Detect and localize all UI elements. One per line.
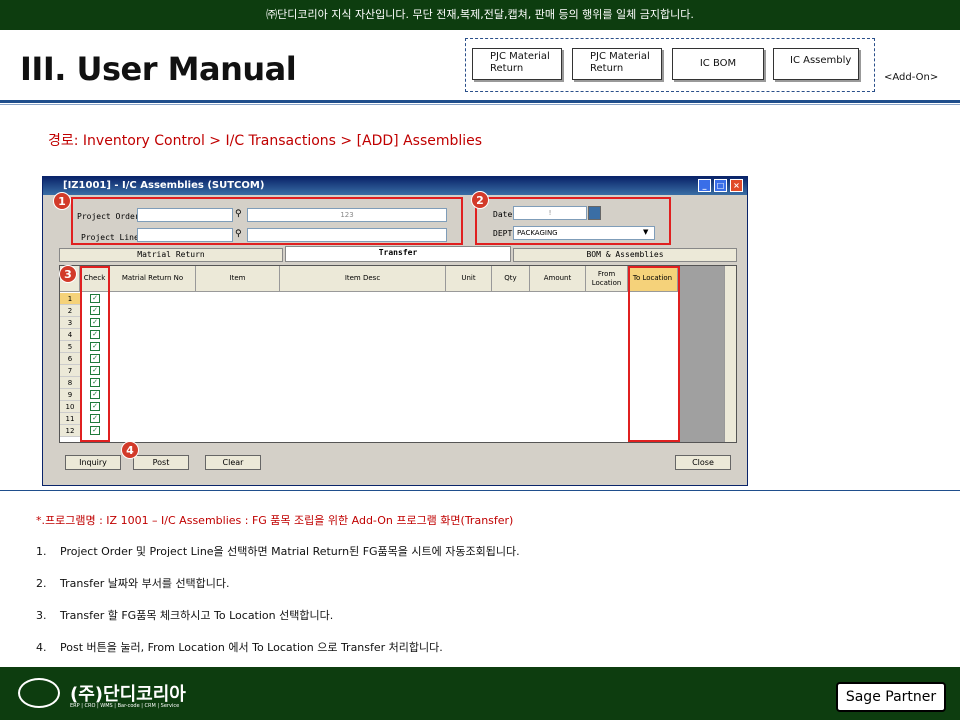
row-number: 3 (60, 317, 80, 329)
maximize-icon[interactable]: □ (714, 179, 727, 192)
grid-scrollbar[interactable] (724, 266, 736, 442)
post-button[interactable]: Post (133, 455, 189, 470)
instruction-step-1: 1. Project Order 및 Project Line을 선택하면 Mat… (36, 543, 520, 559)
row-number: 11 (60, 413, 80, 425)
instruction-step-2: 2. Transfer 날짜와 부서를 선택합니다. (36, 575, 230, 591)
step-text: Transfer 날짜와 부서를 선택합니다. (60, 577, 230, 590)
step-number: 4. (36, 641, 47, 654)
instruction-step-4: 4. Post 버튼을 눌러, From Location 에서 To Locat… (36, 639, 443, 655)
module-pjc-material-return-1[interactable]: PJC Material Return (472, 48, 562, 80)
row-number: 1 (60, 293, 80, 305)
step-number: 1. (36, 545, 47, 558)
highlight-box-1 (71, 197, 463, 245)
row-number: 9 (60, 389, 80, 401)
title-rule-thin (0, 104, 960, 105)
company-logo-icon (18, 678, 60, 708)
col-header-amount[interactable]: Amount (530, 266, 586, 292)
inquiry-button[interactable]: Inquiry (65, 455, 121, 470)
step-number: 3. (36, 609, 47, 622)
app-window: [IZ1001] - I/C Assemblies (SUTCOM) _ □ ×… (42, 176, 748, 486)
grid-empty-area (678, 266, 724, 442)
row-number: 10 (60, 401, 80, 413)
row-number: 7 (60, 365, 80, 377)
title-rule (0, 100, 960, 103)
col-header-qty[interactable]: Qty (492, 266, 530, 292)
col-header-item-desc[interactable]: Item Desc (280, 266, 446, 292)
row-number: 5 (60, 341, 80, 353)
close-button[interactable]: Close (675, 455, 731, 470)
highlight-box-2 (475, 197, 671, 245)
clear-button[interactable]: Clear (205, 455, 261, 470)
step-text: Transfer 할 FG품목 체크하시고 To Location 선택합니다. (60, 609, 334, 622)
module-ic-assembly[interactable]: IC Assembly (773, 48, 859, 80)
tab-matrial-return[interactable]: Matrial Return (59, 248, 283, 262)
col-header-matrial-return-no[interactable]: Matrial Return No (110, 266, 196, 292)
close-icon[interactable]: × (730, 179, 743, 192)
company-tagline: ERP | CRO | WMS | Bar-code | CRM | Servi… (70, 703, 180, 709)
data-grid: Check Matrial Return No Item Item Desc U… (59, 265, 737, 443)
page-title: III. User Manual (20, 50, 297, 88)
minimize-icon[interactable]: _ (698, 179, 711, 192)
highlight-box-3-check (80, 266, 110, 442)
tab-transfer[interactable]: Transfer (285, 246, 511, 262)
step-text: Project Order 및 Project Line을 선택하면 Matri… (60, 545, 520, 558)
step-badge-4: 4 (121, 441, 139, 459)
step-text: Post 버튼을 눌러, From Location 에서 To Locatio… (60, 641, 443, 654)
copyright-banner: ㈜단디코리아 지식 자산입니다. 무단 전재,복제,전달,캡쳐, 판매 등의 행… (0, 0, 960, 30)
step-number: 2. (36, 577, 47, 590)
row-number: 4 (60, 329, 80, 341)
program-name-note: *.프로그램명 : IZ 1001 – I/C Assemblies : FG … (36, 514, 514, 527)
module-pjc-material-return-2[interactable]: PJC Material Return (572, 48, 662, 80)
tab-bom-assemblies[interactable]: BOM & Assemblies (513, 248, 737, 262)
highlight-box-3-location (628, 266, 680, 442)
row-number: 2 (60, 305, 80, 317)
menu-path: 경로: Inventory Control > I/C Transactions… (48, 133, 483, 149)
step-badge-3: 3 (59, 265, 77, 283)
row-number: 8 (60, 377, 80, 389)
sage-partner-logo: Sage Partner (836, 682, 946, 712)
step-badge-1: 1 (53, 192, 71, 210)
row-number: 6 (60, 353, 80, 365)
window-titlebar: [IZ1001] - I/C Assemblies (SUTCOM) _ □ × (43, 177, 747, 195)
addon-label: <Add-On> (884, 72, 939, 83)
section-rule (0, 490, 960, 491)
row-number: 12 (60, 425, 80, 437)
module-ic-bom[interactable]: IC BOM (672, 48, 764, 80)
col-header-from-location[interactable]: From Location (586, 266, 628, 292)
col-header-item[interactable]: Item (196, 266, 280, 292)
window-title: [IZ1001] - I/C Assemblies (SUTCOM) (63, 180, 265, 191)
instruction-step-3: 3. Transfer 할 FG품목 체크하시고 To Location 선택합니… (36, 607, 333, 623)
col-header-unit[interactable]: Unit (446, 266, 492, 292)
step-badge-2: 2 (471, 191, 489, 209)
